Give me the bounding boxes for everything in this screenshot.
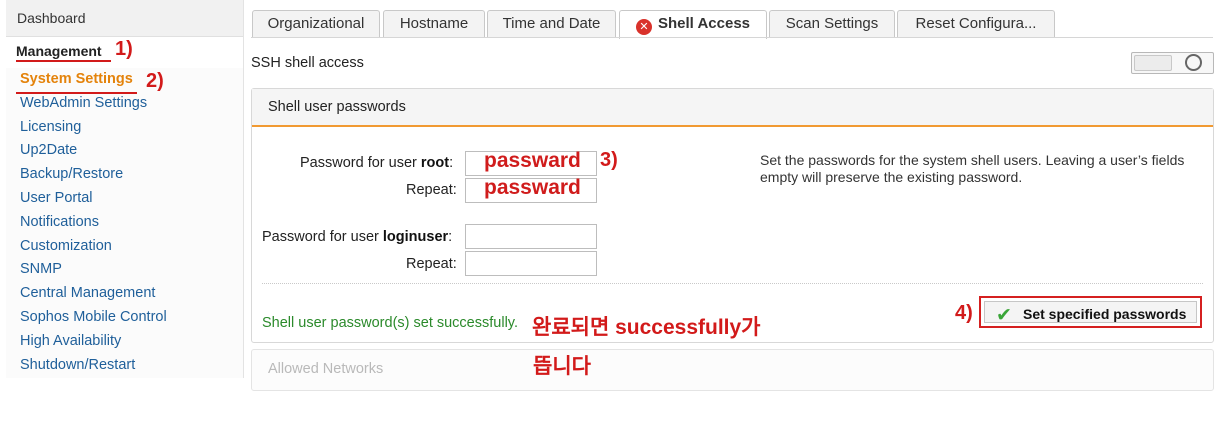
annotation-step-2: 2) <box>146 70 164 92</box>
checkmark-icon: ✔ <box>996 305 1012 326</box>
sidebar-item-notifications[interactable]: Notifications <box>6 211 243 235</box>
tab-reset-configuration-label: Reset Configura... <box>915 15 1037 32</box>
root-password-prefix: Password for user <box>300 155 421 171</box>
loginuser-password-input[interactable] <box>465 224 597 249</box>
sidebar-item-customization[interactable]: Customization <box>6 235 243 259</box>
root-password-colon: : <box>449 155 454 171</box>
sidebar-item-snmp[interactable]: SNMP <box>6 258 243 282</box>
sidebar-item-sophos-mobile-control[interactable]: Sophos Mobile Control <box>6 306 243 330</box>
annotation-underline-management <box>16 60 111 62</box>
set-specified-passwords-button[interactable]: ✔ Set specified passwords <box>979 296 1202 328</box>
panel-title: Shell user passwords <box>268 99 406 115</box>
success-message: Shell user password(s) set successfully. <box>262 315 518 331</box>
sidebar-items: System Settings WebAdmin Settings Licens… <box>6 68 243 377</box>
sidebar-dashboard-label: Dashboard <box>17 10 86 26</box>
loginuser-repeat-input[interactable] <box>465 251 597 276</box>
sidebar-item-webadmin-settings[interactable]: WebAdmin Settings <box>6 92 243 116</box>
sidebar-item-up2date[interactable]: Up2Date <box>6 139 243 163</box>
panel-separator <box>262 283 1203 284</box>
sidebar-item-central-management[interactable]: Central Management <box>6 282 243 306</box>
tab-organizational-label: Organizational <box>267 15 365 32</box>
annotation-step-1: 1) <box>115 38 133 60</box>
root-repeat-label: Repeat: <box>406 182 457 198</box>
root-repeat-input[interactable]: passward <box>465 176 597 203</box>
sidebar-item-licensing[interactable]: Licensing <box>6 116 243 140</box>
set-button-label: Set specified passwords <box>1023 306 1187 322</box>
sidebar-item-dashboard[interactable]: Dashboard <box>6 0 243 37</box>
tab-time-and-date-label: Time and Date <box>502 15 601 32</box>
ssh-shell-access-toggle[interactable] <box>1131 52 1214 74</box>
sidebar-item-backup-restore[interactable]: Backup/Restore <box>6 163 243 187</box>
loginuser-password-prefix: Password for user <box>262 229 383 245</box>
annotation-note-line2: 뜹니다 <box>533 355 591 378</box>
annotation-underline-system-settings <box>16 92 137 94</box>
error-icon: ✕ <box>636 19 652 35</box>
password-help-text: Set the passwords for the system shell u… <box>760 152 1185 185</box>
allowed-networks-title: Allowed Networks <box>268 361 384 377</box>
annotation-note-line1: 완료되면 successfully가 <box>532 316 761 339</box>
annotation-step-4: 4) <box>955 302 973 324</box>
toggle-knob <box>1134 55 1172 71</box>
root-password-input[interactable]: passward <box>465 149 597 176</box>
loginuser-name: loginuser <box>382 229 449 245</box>
sidebar-item-high-availability[interactable]: High Availability <box>6 330 243 354</box>
root-user-name: root <box>420 155 450 171</box>
sidebar-group-management[interactable]: Management <box>16 43 102 59</box>
loginuser-repeat-label: Repeat: <box>406 256 457 272</box>
tab-hostname[interactable]: Hostname <box>383 10 485 37</box>
tab-reset-configuration[interactable]: Reset Configura... <box>897 10 1055 37</box>
tab-scan-settings[interactable]: Scan Settings <box>769 10 895 37</box>
ssh-shell-access-label: SSH shell access <box>251 55 364 71</box>
tab-divider <box>251 37 1213 38</box>
tab-hostname-label: Hostname <box>399 15 469 32</box>
toggle-off-icon <box>1185 54 1202 71</box>
tab-shell-access[interactable]: ✕ Shell Access <box>619 10 767 39</box>
root-password-label: Password for user root: <box>300 155 453 171</box>
root-repeat-annotation: passward <box>484 176 581 199</box>
tab-organizational[interactable]: Organizational <box>252 10 380 37</box>
loginuser-password-colon: : <box>448 229 453 245</box>
sidebar-item-user-portal[interactable]: User Portal <box>6 187 243 211</box>
set-button-face: ✔ Set specified passwords <box>984 301 1197 326</box>
allowed-networks-panel: Allowed Networks <box>251 349 1214 391</box>
loginuser-password-label: Password for user loginuser: <box>262 229 452 245</box>
tab-time-and-date[interactable]: Time and Date <box>487 10 616 37</box>
tab-scan-settings-label: Scan Settings <box>785 15 879 32</box>
panel-header: Shell user passwords <box>252 89 1213 127</box>
annotation-step-3: 3) <box>600 149 618 171</box>
sidebar-item-system-settings[interactable]: System Settings <box>6 68 243 92</box>
tab-shell-access-label: Shell Access <box>658 15 750 32</box>
root-password-annotation: passward <box>484 149 581 172</box>
sidebar-item-shutdown-restart[interactable]: Shutdown/Restart <box>6 354 243 378</box>
